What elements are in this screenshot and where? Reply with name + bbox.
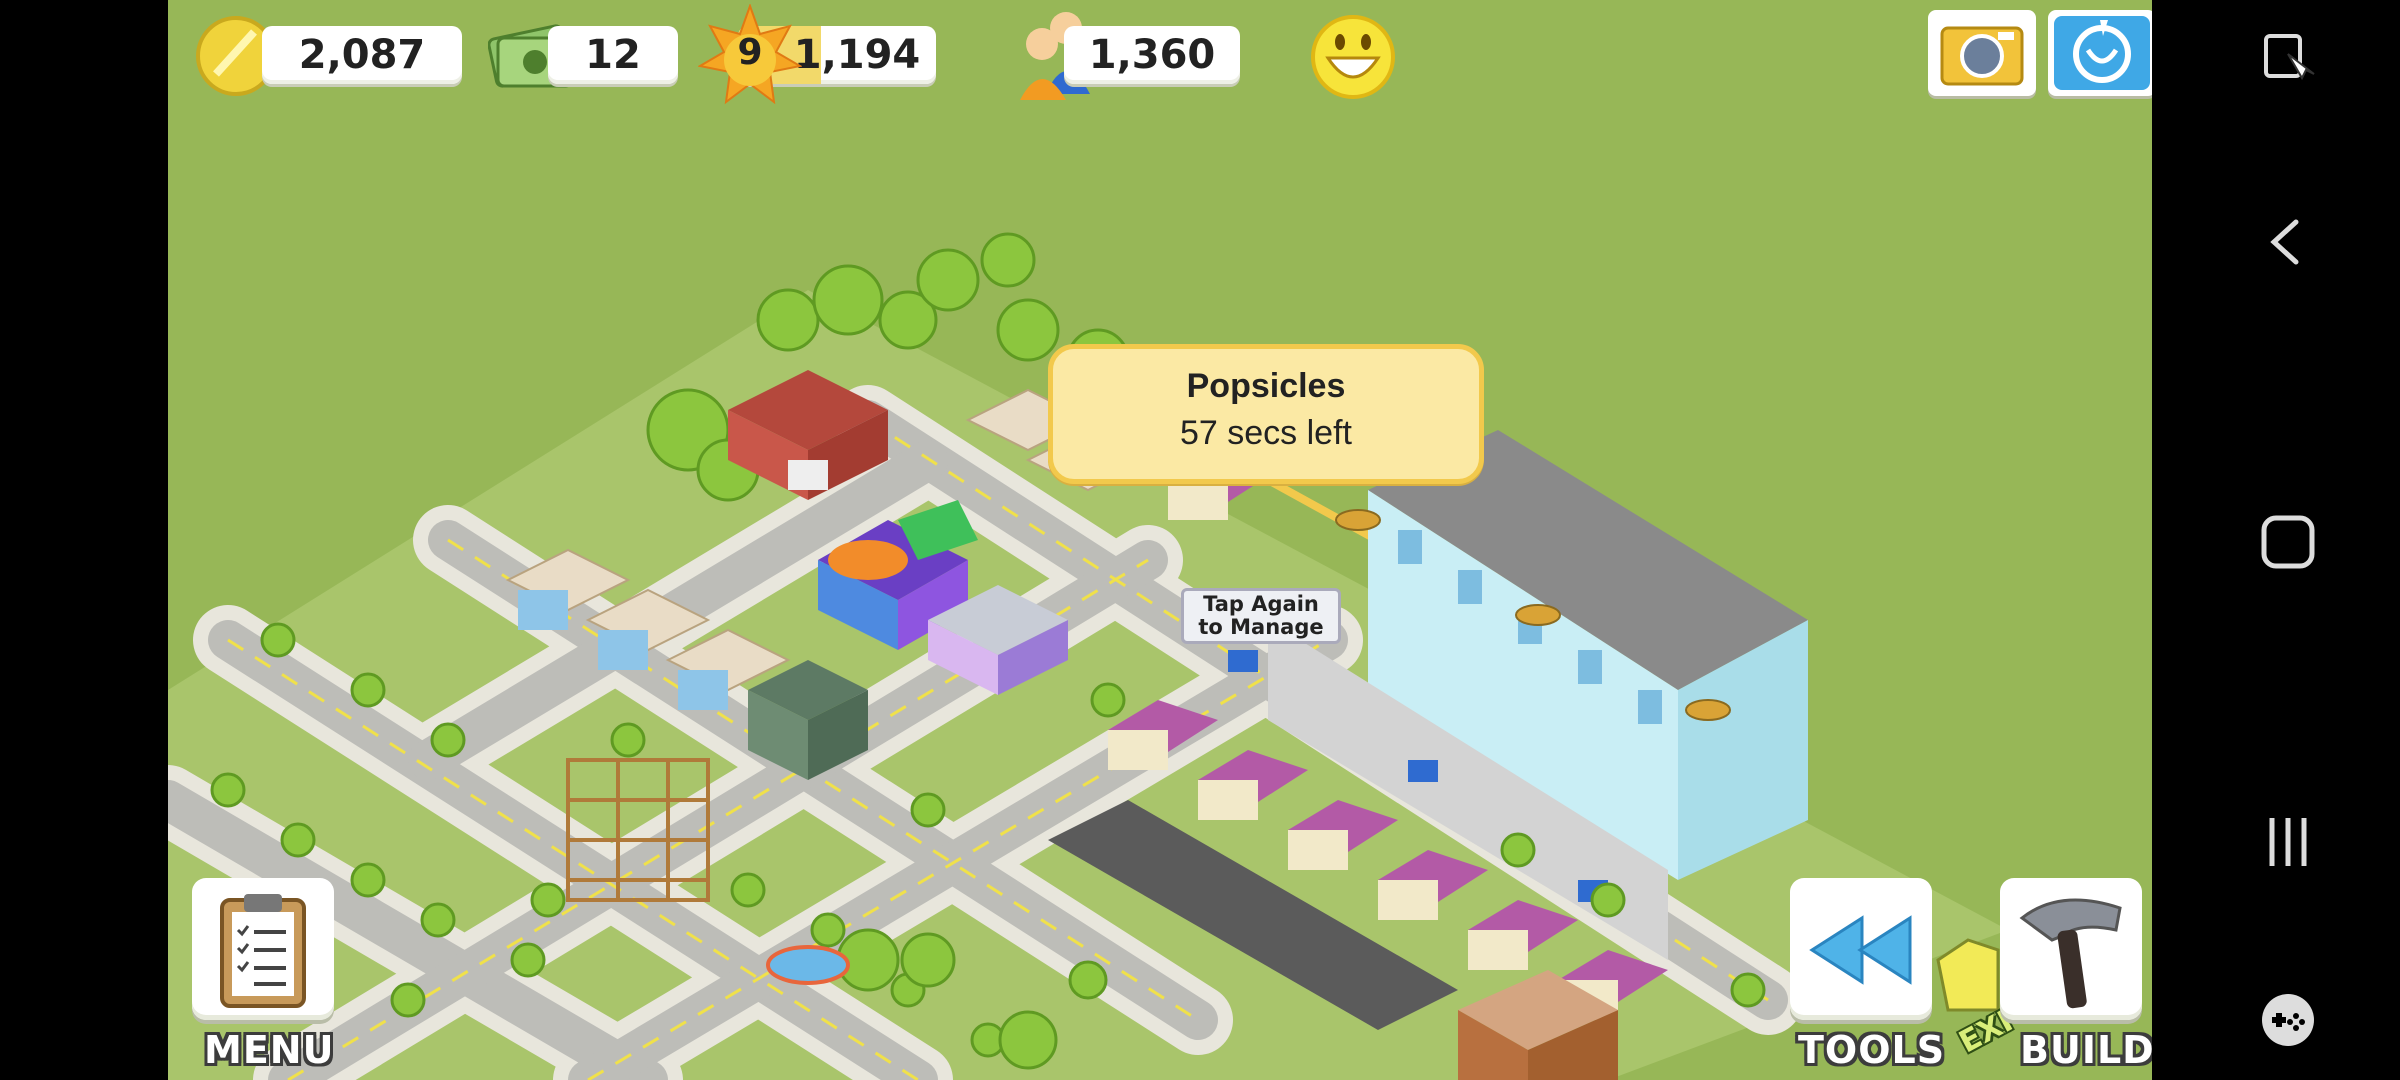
game-viewport[interactable]: 2,087 12 1,194 9 1,360 Popsicles 57 secs… — [168, 0, 2152, 1080]
rewind-icon — [1809, 915, 1912, 985]
gamepad-icon — [2262, 994, 2314, 1046]
home-button[interactable] — [2246, 500, 2330, 584]
camera-button[interactable] — [1928, 10, 2036, 96]
tap-again-label[interactable]: Tap Again to Manage — [1181, 588, 1341, 644]
system-navigation-bar — [2176, 0, 2400, 1080]
help-button[interactable] — [2048, 10, 2152, 96]
building-tooltip[interactable]: Popsicles 57 secs left — [1048, 344, 1484, 484]
cash-value: 12 — [548, 26, 678, 84]
tooltip-timer: 57 secs left — [1180, 414, 1352, 452]
menu-button[interactable] — [192, 878, 334, 1020]
build-button[interactable] — [2000, 878, 2142, 1020]
home-icon — [2261, 515, 2315, 569]
build-label[interactable]: BUILD — [2020, 1028, 2152, 1072]
tooltip-title: Popsicles — [1186, 367, 1346, 405]
hammer-icon — [2019, 898, 2122, 1009]
tap-again-line1: Tap Again — [1203, 592, 1319, 616]
recents-button[interactable] — [2246, 800, 2330, 884]
coins-value: 2,087 — [262, 26, 462, 84]
screen-capture-button[interactable] — [2246, 14, 2330, 98]
smiley-face-icon[interactable] — [1310, 14, 1396, 100]
back-button[interactable] — [2246, 200, 2330, 284]
back-icon — [2270, 219, 2299, 265]
help-icon — [2054, 16, 2150, 90]
menu-label[interactable]: MENU — [204, 1028, 334, 1072]
recents-icon — [2269, 818, 2307, 866]
game-tools-button[interactable] — [2246, 978, 2330, 1062]
experience-value: 1,194 — [793, 32, 921, 78]
screen-capture-icon — [2264, 34, 2315, 81]
tools-button[interactable] — [1790, 878, 1932, 1020]
camera-icon — [1940, 26, 2024, 86]
level-value: 9 — [737, 32, 763, 73]
clipboard-icon — [220, 894, 306, 1008]
tap-again-line2: to Manage — [1198, 615, 1324, 639]
population-value: 1,360 — [1064, 26, 1240, 84]
tools-label[interactable]: TOOLS — [1798, 1028, 1945, 1072]
